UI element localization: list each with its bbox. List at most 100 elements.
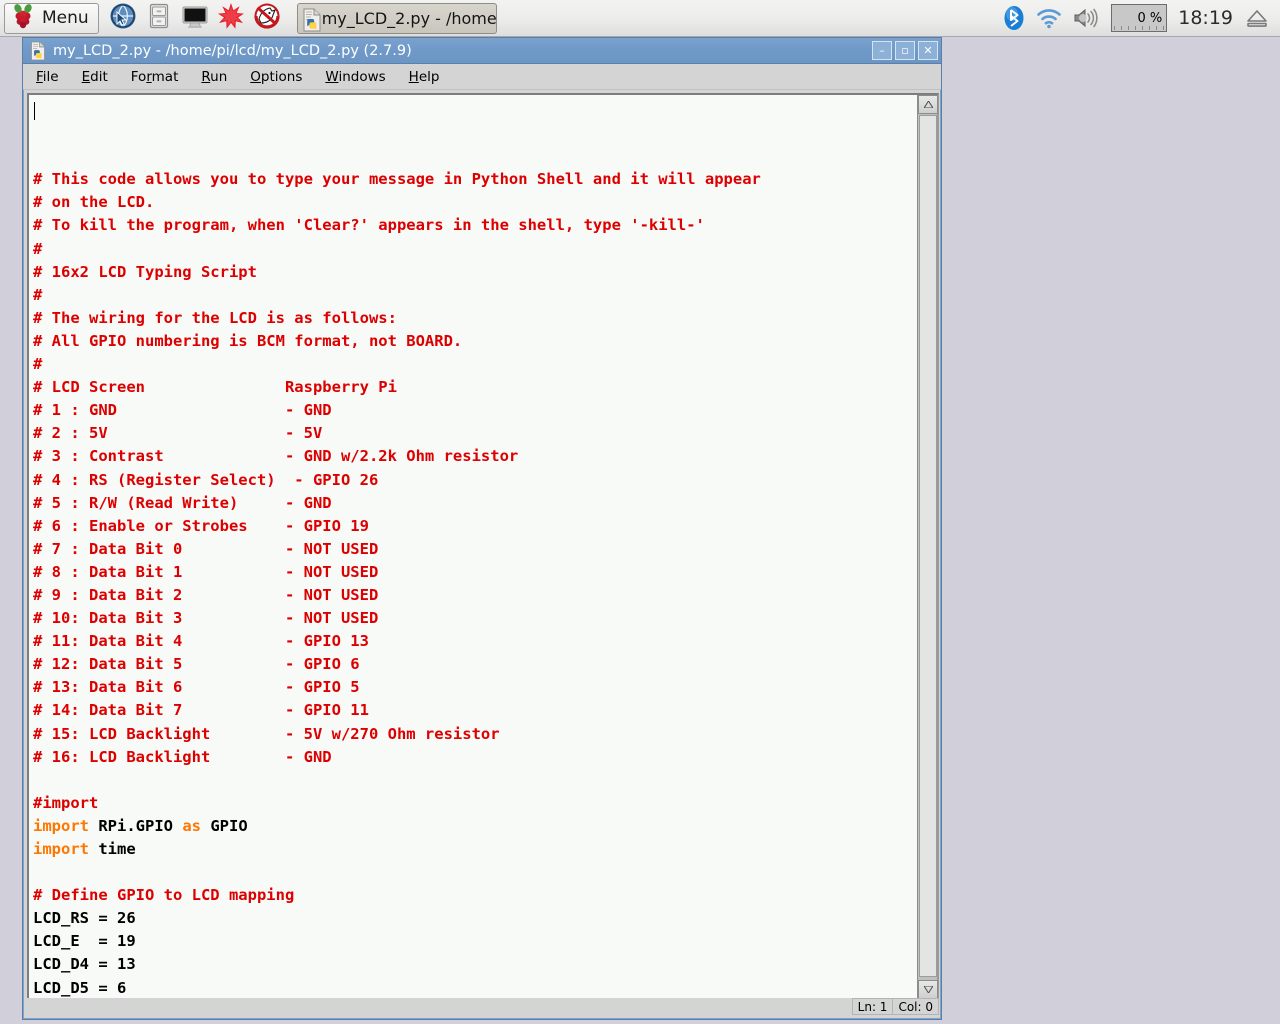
code-line: # 14: Data Bit 7 - GPIO 11 [33, 699, 917, 722]
eject-icon[interactable] [1244, 7, 1270, 29]
code-token-keyword: import [33, 840, 89, 858]
code-line: # 3 : Contrast - GND w/2.2k Ohm resistor [33, 445, 917, 468]
code-token-comment: # 1 : GND - GND [33, 401, 332, 420]
code-token-comment: # 4 : RS (Register Select) - GPIO 26 [33, 470, 379, 489]
close-button[interactable]: ✕ [918, 41, 938, 60]
code-line: # 1 : GND - GND [33, 399, 917, 422]
code-token-comment: # 10: Data Bit 3 - NOT USED [33, 609, 379, 628]
code-token-comment: # 12: Data Bit 5 - GPIO 6 [33, 655, 360, 674]
window-controls: – ▫ ✕ [872, 41, 938, 60]
code-line: # 15: LCD Backlight - 5V w/270 Ohm resis… [33, 723, 917, 746]
code-line: # 11: Data Bit 4 - GPIO 13 [33, 630, 917, 653]
taskbar-window-label: my_LCD_2.py - /home… [321, 8, 497, 28]
code-token-comment: # 3 : Contrast - GND w/2.2k Ohm resistor [33, 447, 519, 466]
code-token-comment: # on the LCD. [33, 193, 155, 212]
bluetooth-icon[interactable] [1002, 4, 1026, 32]
start-menu-label: Menu [42, 8, 89, 28]
code-line: # 5 : R/W (Read Write) - GND [33, 492, 917, 515]
window-titlebar[interactable]: my_LCD_2.py - /home/pi/lcd/my_LCD_2.py (… [23, 38, 941, 64]
code-token-comment: # 5 : R/W (Read Write) - GND [33, 493, 332, 512]
window-title: my_LCD_2.py - /home/pi/lcd/my_LCD_2.py (… [53, 42, 412, 59]
code-token-plain: LCD_RS = 26 [33, 909, 136, 928]
code-token-plain: time [89, 840, 136, 858]
vertical-scrollbar-thumb[interactable] [919, 115, 937, 977]
code-token-comment: # Define GPIO to LCD mapping [33, 886, 295, 905]
raspberry-icon [9, 2, 37, 34]
code-token-comment: # 14: Data Bit 7 - GPIO 11 [33, 701, 369, 720]
idle-editor-window: my_LCD_2.py - /home/pi/lcd/my_LCD_2.py (… [22, 37, 942, 1020]
code-line: #import [33, 792, 917, 815]
code-line: # 10: Data Bit 3 - NOT USED [33, 607, 917, 630]
code-line: LCD_D4 = 13 [33, 953, 917, 976]
code-line: # 16x2 LCD Typing Script [33, 261, 917, 284]
code-token-comment: # This code allows you to type your mess… [33, 170, 761, 189]
maximize-button[interactable]: ▫ [895, 41, 915, 60]
code-token-comment: # 6 : Enable or Strobes - GPIO 19 [33, 516, 369, 535]
code-line: # [33, 284, 917, 307]
code-line: # 2 : 5V - 5V [33, 422, 917, 445]
volume-icon[interactable] [1072, 6, 1102, 30]
code-line: # Define GPIO to LCD mapping [33, 884, 917, 907]
scroll-up-arrow[interactable] [918, 95, 938, 114]
mathematica-launcher[interactable] [215, 2, 247, 34]
code-token-comment: # 15: LCD Backlight - 5V w/270 Ohm resis… [33, 724, 500, 743]
code-line: import RPi.GPIO as GPIO [33, 815, 917, 838]
menu-file[interactable]: File [33, 67, 62, 87]
web-browser-launcher[interactable] [107, 2, 139, 34]
menu-edit[interactable]: Edit [79, 67, 111, 87]
red-star-icon [217, 2, 245, 34]
code-line: # 16: LCD Backlight - GND [33, 746, 917, 769]
menu-options[interactable]: Options [247, 67, 305, 87]
code-token-comment: # 2 : 5V - 5V [33, 424, 323, 443]
python-file-icon [301, 8, 321, 32]
code-token-comment: # To kill the program, when 'Clear?' app… [33, 216, 705, 235]
taskbar-window-my-lcd-2[interactable]: my_LCD_2.py - /home… [296, 2, 497, 34]
menu-format[interactable]: Format [128, 67, 182, 87]
code-line: # 7 : Data Bit 0 - NOT USED [33, 538, 917, 561]
code-token-comment: # 9 : Data Bit 2 - NOT USED [33, 585, 379, 604]
code-token-comment: # 16x2 LCD Typing Script [33, 262, 257, 281]
text-caret [34, 102, 35, 120]
menu-windows[interactable]: Windows [322, 67, 388, 87]
source-code: # This code allows you to type your mess… [33, 99, 917, 999]
status-column-number: Col: 0 [892, 998, 939, 1015]
wolfram-launcher[interactable] [251, 2, 283, 34]
code-line: import time [33, 838, 917, 861]
code-line: # LCD Screen Raspberry Pi [33, 376, 917, 399]
status-line-number: Ln: 1 [851, 998, 893, 1015]
taskbar: Menu my_LCD_2.py - /home… 0 % 18:19 [0, 0, 1280, 37]
code-token-comment: # LCD Screen Raspberry Pi [33, 378, 397, 397]
code-line: # All GPIO numbering is BCM format, not … [33, 330, 917, 353]
code-line: # 12: Data Bit 5 - GPIO 6 [33, 653, 917, 676]
code-line: # [33, 238, 917, 261]
code-line: # 8 : Data Bit 1 - NOT USED [33, 561, 917, 584]
code-token-comment: # 8 : Data Bit 1 - NOT USED [33, 562, 379, 581]
code-token-keyword: import [33, 816, 89, 835]
code-token-comment: # 11: Data Bit 4 - GPIO 13 [33, 632, 369, 651]
cpu-monitor[interactable]: 0 % [1111, 4, 1168, 32]
code-token-plain: LCD_E = 19 [33, 932, 136, 951]
terminal-launcher[interactable] [179, 2, 211, 34]
desktop: Menu my_LCD_2.py - /home… 0 % 18:19 my_L… [0, 0, 1280, 1024]
code-token-comment: # [33, 355, 43, 374]
code-line: # 9 : Data Bit 2 - NOT USED [33, 584, 917, 607]
minimize-button[interactable]: – [872, 41, 892, 60]
vertical-scrollbar[interactable] [917, 95, 938, 999]
menu-run[interactable]: Run [198, 67, 230, 87]
wolfram-fox-icon [253, 2, 281, 34]
code-token-comment: # [33, 285, 43, 304]
wifi-icon[interactable] [1035, 6, 1063, 30]
menu-help[interactable]: Help [406, 67, 443, 87]
code-token-comment: # 13: Data Bit 6 - GPIO 5 [33, 678, 360, 697]
scroll-down-arrow[interactable] [918, 980, 938, 999]
globe-browser-icon [109, 2, 137, 34]
code-token-plain: LCD_D4 = 13 [33, 955, 136, 974]
code-token-comment: #import [33, 793, 99, 812]
code-text-area[interactable]: # This code allows you to type your mess… [29, 95, 917, 999]
code-token-comment: # 7 : Data Bit 0 - NOT USED [33, 539, 379, 558]
start-menu-button[interactable]: Menu [4, 2, 99, 34]
clock[interactable]: 18:19 [1176, 7, 1235, 29]
file-manager-launcher[interactable] [143, 2, 175, 34]
